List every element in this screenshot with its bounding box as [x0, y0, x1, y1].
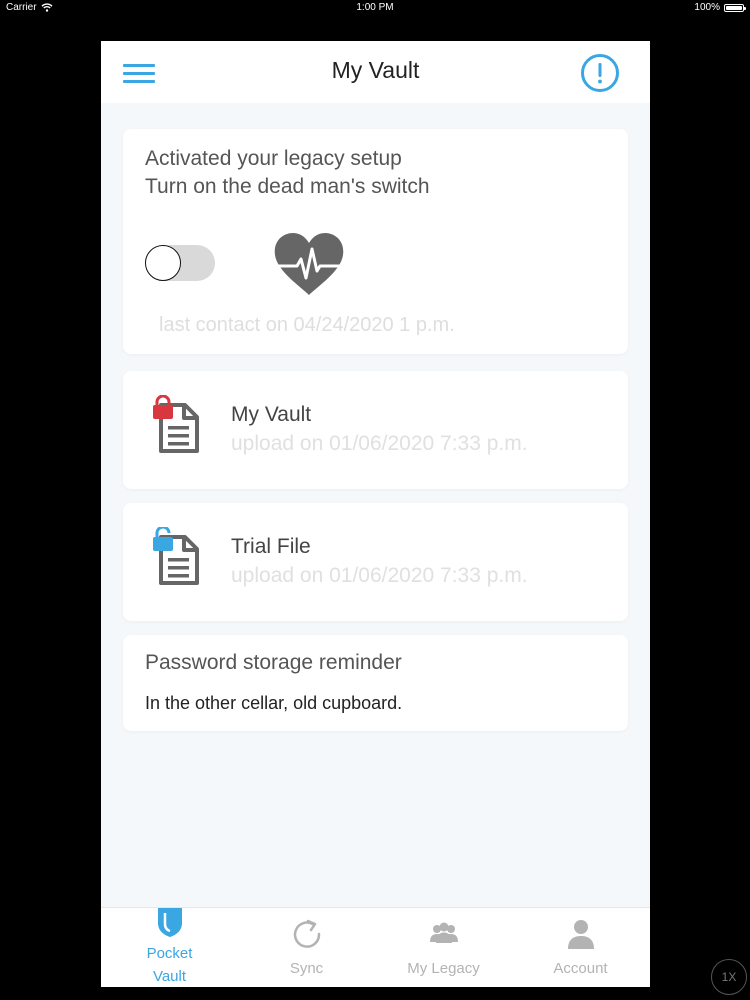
legacy-heading: Activated your legacy setup Turn on the … [145, 145, 430, 201]
dead-mans-switch-toggle[interactable] [145, 245, 215, 281]
heartbeat-icon [274, 233, 344, 295]
file-upload-date: upload on 01/06/2020 7:33 p.m. [231, 432, 528, 455]
battery-indicator: 100% [694, 2, 746, 13]
shield-icon [157, 908, 182, 937]
file-card-my-vault[interactable]: My Vault upload on 01/06/2020 7:33 p.m. [123, 371, 628, 489]
status-bar: Carrier 1:00 PM 100% [0, 0, 750, 16]
page-title: My Vault [331, 57, 420, 83]
locked-document-icon [153, 395, 199, 453]
alert-button[interactable] [580, 53, 620, 93]
tab-pocket-vault[interactable]: Pocket Vault [101, 908, 238, 987]
toggle-knob [145, 245, 181, 281]
exclamation-circle-icon [581, 54, 619, 92]
tab-label-line2: Vault [152, 968, 187, 985]
reminder-text: In the other cellar, old cupboard. [145, 693, 403, 713]
file-card-trial-file[interactable]: Trial File upload on 01/06/2020 7:33 p.m… [123, 503, 628, 621]
tab-label: Account [553, 960, 608, 977]
tab-label: Pocket Vault [101, 942, 238, 987]
tab-my-legacy[interactable]: My Legacy [375, 908, 512, 987]
legacy-line2: Turn on the dead man's switch [145, 175, 430, 198]
person-icon [567, 920, 594, 949]
group-icon [429, 922, 458, 943]
refresh-icon [293, 919, 320, 948]
reminder-title: Password storage reminder [145, 651, 402, 674]
last-contact-text: last contact on 04/24/2020 1 p.m. [159, 314, 455, 336]
nav-bar: My Vault [101, 41, 650, 103]
file-upload-date: upload on 01/06/2020 7:33 p.m. [231, 564, 528, 587]
legacy-card: Activated your legacy setup Turn on the … [123, 129, 628, 354]
file-name: My Vault [231, 403, 312, 426]
unlocked-document-icon [153, 527, 199, 585]
tab-bar: Pocket Vault Sync My Legacy Account [101, 907, 650, 987]
tab-label: My Legacy [407, 960, 480, 977]
password-reminder-card: Password storage reminder In the other c… [123, 635, 628, 731]
battery-percent: 100% [694, 2, 720, 13]
tab-label-line1: Pocket [146, 945, 193, 962]
status-time: 1:00 PM [356, 2, 394, 13]
battery-icon [724, 3, 746, 12]
app-screen: My Vault Activated your legacy setup Tur… [101, 41, 650, 987]
legacy-line1: Activated your legacy setup [145, 147, 402, 170]
file-name: Trial File [231, 535, 311, 558]
tab-label: Sync [289, 960, 324, 977]
tab-sync[interactable]: Sync [238, 908, 375, 987]
tab-account[interactable]: Account [512, 908, 649, 987]
zoom-badge[interactable]: 1X [711, 959, 747, 995]
